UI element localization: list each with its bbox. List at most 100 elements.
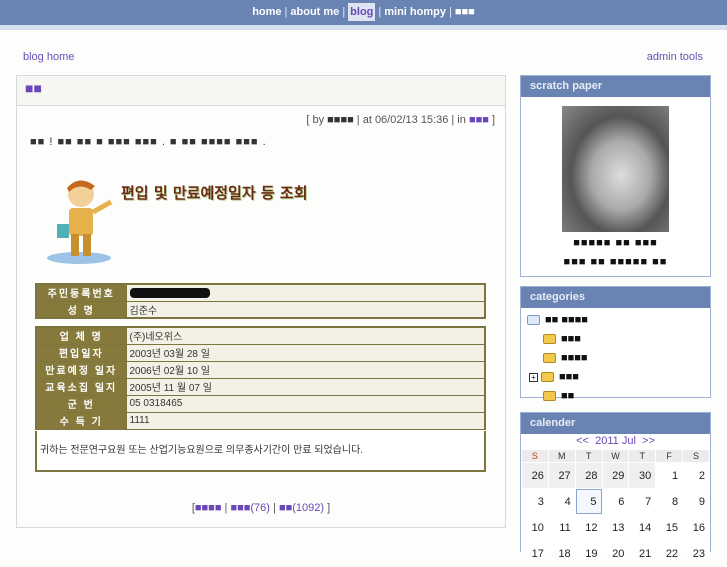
panel-title: categories [521, 287, 710, 308]
post-title: ■■ [17, 76, 505, 106]
table-row: 업 체 명 (주)네오위스 [35, 326, 486, 345]
calendar-month: 2011 Jul [595, 435, 636, 447]
nav-extra[interactable]: ■■■ [455, 6, 475, 18]
calendar-day[interactable]: 7 [629, 489, 655, 514]
table-row: 성 명 김준수 [35, 300, 486, 319]
post-footer-links: [■■■■ | ■■■(76) | ■■(1092) ] [191, 502, 331, 514]
row-label: 수 득 기 [35, 411, 127, 430]
nav-home[interactable]: home [252, 6, 281, 18]
author-link[interactable]: ■■■■ [327, 114, 354, 126]
table-row: 수 득 기 1111 [35, 411, 486, 430]
calendar-day[interactable]: 16 [683, 515, 709, 540]
calendar-day[interactable]: 14 [629, 515, 655, 540]
table-row: 주민등록번호 [35, 283, 486, 302]
meta-end: ] [491, 114, 495, 126]
calendar-prev-month[interactable]: << [576, 435, 589, 447]
footer-link-1[interactable]: ■■■■ [195, 502, 222, 514]
calendar-day[interactable]: 13 [603, 515, 629, 540]
category-tree: ■■ ■■■■ ■■■ ■■■■ + ■■■ ■■ [521, 308, 710, 411]
calendar-day[interactable]: 10 [522, 515, 548, 540]
nav-underline [0, 25, 727, 30]
root-icon [527, 315, 540, 326]
cartoon-man-image [47, 180, 113, 264]
folder-icon [543, 391, 556, 402]
weekday-header: S [522, 450, 548, 462]
calendar-day[interactable]: 1 [656, 463, 682, 488]
calendar-day[interactable]: 11 [549, 515, 575, 540]
scratch-paper-panel: scratch paper ■■■■■ ■■ ■■■ ■■■ ■■ ■■■■■ … [520, 75, 711, 277]
category-item[interactable]: ■■■■ [527, 350, 704, 369]
weekday-header: F [656, 450, 683, 462]
profile-caption-1: ■■■■■ ■■ ■■■ [573, 237, 658, 249]
calendar-week: 26 27 28 29 30 1 2 [522, 463, 709, 488]
blog-home-link[interactable]: blog home [23, 51, 74, 63]
category-label: ■■■■ [561, 352, 588, 364]
expand-plus-icon[interactable]: + [529, 373, 538, 382]
calendar-day[interactable]: 27 [548, 463, 575, 488]
nav-separator: | [448, 6, 452, 18]
row-label: 군 번 [35, 394, 127, 413]
table-row: 편입일자 2003년 03월 28 일 [35, 343, 486, 362]
row-label: 성 명 [35, 300, 127, 319]
footer-count-3: (1092) [292, 502, 325, 514]
calendar-day[interactable]: 5 [575, 489, 602, 514]
category-label: ■■■ [559, 371, 579, 383]
row-value [125, 283, 486, 302]
calendar-day[interactable]: 9 [683, 489, 709, 514]
category-item[interactable]: ■■ [527, 388, 704, 407]
weekday-header: W [602, 450, 629, 462]
category-item[interactable]: ■■■ [527, 331, 704, 350]
row-value: (주)네오위스 [125, 326, 486, 345]
calendar-week: 3456789 [522, 489, 709, 514]
calendar-day[interactable]: 4 [549, 489, 575, 514]
meta-by: [ by [306, 114, 325, 126]
row-value: 2006년 02월 10 일 [125, 360, 486, 379]
nav-about-me[interactable]: about me [290, 6, 339, 18]
calendar-day[interactable]: 6 [603, 489, 629, 514]
admin-tools-link[interactable]: admin tools [647, 51, 703, 63]
nav-separator: | [378, 6, 382, 18]
nav-blog[interactable]: blog [348, 3, 376, 21]
calendar-day[interactable]: 8 [656, 489, 682, 514]
footer-link-3[interactable]: ■■ [279, 502, 292, 514]
row-label: 만료예정 일자 [35, 360, 127, 379]
weekday-header: S [683, 450, 709, 462]
footer-link-2[interactable]: ■■■ [230, 502, 250, 514]
footer-count-2: (76) [250, 502, 270, 514]
service-table: 업 체 명 (주)네오위스 편입일자 2003년 03월 28 일 만료예정 일자 2… [35, 326, 486, 430]
table-row: 만료예정 일자 2006년 02월 10 일 [35, 360, 486, 379]
categories-panel: categories ■■ ■■■■ ■■■ ■■■■ + ■■■ ■■ [520, 286, 711, 402]
folder-icon [541, 372, 554, 383]
category-label: ■■■ [561, 333, 581, 345]
redacted-value [129, 287, 210, 298]
calendar-nav: << 2011 Jul >> [521, 434, 710, 449]
category-link[interactable]: ■■■ [469, 114, 489, 126]
calendar-day[interactable]: 28 [575, 463, 602, 488]
row-value: 1111 [125, 411, 486, 430]
category-label: ■■ ■■■■ [545, 314, 588, 326]
category-item[interactable]: + ■■■ [527, 369, 704, 388]
nav-mini-hompy[interactable]: mini hompy [384, 6, 446, 18]
calendar-day[interactable]: 12 [576, 515, 602, 540]
id-table: 주민등록번호 성 명 김준수 [35, 283, 486, 319]
calendar-week: 10 11 12 13 14 15 16 [522, 515, 709, 540]
row-value: 2005년 11 월 07 일 [125, 377, 486, 396]
panel-title: calender [521, 413, 710, 434]
calendar-day[interactable]: 2 [683, 463, 709, 488]
category-root[interactable]: ■■ ■■■■ [527, 312, 704, 331]
calendar-day[interactable]: 26 [522, 463, 548, 488]
panel-title: scratch paper [521, 76, 710, 97]
calendar-day[interactable]: 30 [629, 463, 656, 488]
table-row: 교육소집 일지 2005년 11 월 07 일 [35, 377, 486, 396]
calendar-day[interactable]: 29 [602, 463, 629, 488]
calendar-day[interactable]: 3 [522, 489, 548, 514]
calendar-next-month[interactable]: >> [642, 435, 655, 447]
calendar-day[interactable]: 15 [656, 515, 682, 540]
category-label: ■■ [561, 390, 575, 402]
row-label: 업 체 명 [35, 326, 127, 345]
row-value: 김준수 [125, 300, 486, 319]
calendar-panel: calender << 2011 Jul >> SMTWTFS 26 27 28 29… [520, 412, 711, 560]
folder-icon [543, 334, 556, 345]
profile-caption-2: ■■■ ■■ ■■■■■ ■■ [563, 256, 668, 268]
calendar-grid: SMTWTFS 26 27 28 29 30 1 2 3 4 5 6 7 8 9 10 11 12 13 14 15 1… [521, 449, 710, 567]
